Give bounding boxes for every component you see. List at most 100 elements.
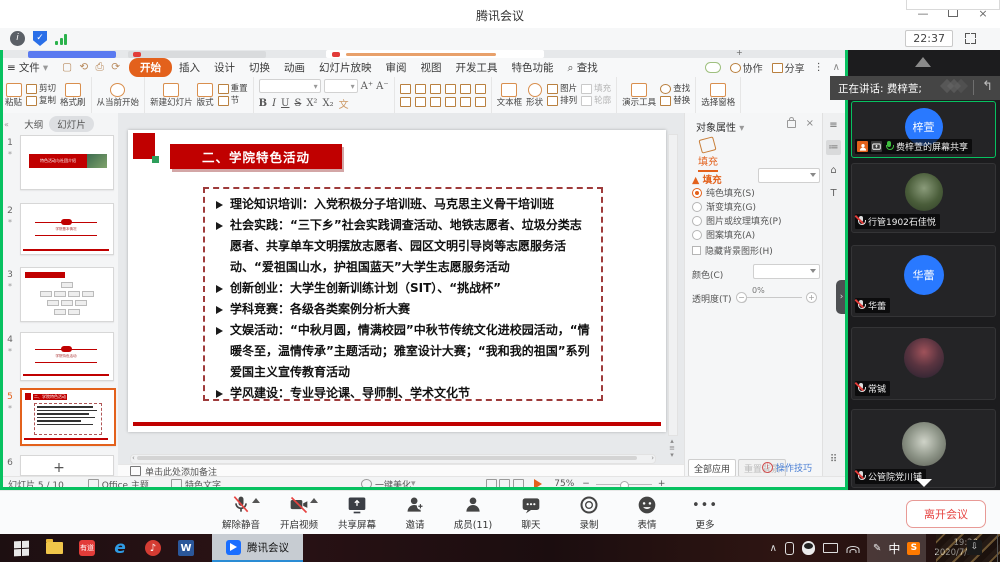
record-button[interactable]: 录制	[560, 495, 618, 531]
section-button[interactable]: 节	[218, 96, 248, 107]
apply-all-button[interactable]: 全部应用	[688, 459, 736, 477]
participant-tile[interactable]: 行管1902石佳悦	[851, 163, 996, 233]
subscript-button[interactable]: X₂	[322, 98, 333, 109]
font-name-select[interactable]: ▾	[259, 79, 321, 93]
ribbon-find[interactable]: ⌕ 查找	[561, 58, 605, 77]
close-panel-icon[interactable]: ×	[806, 118, 814, 129]
number-list-icon[interactable]	[415, 84, 426, 94]
format-painter-button[interactable]: 格式刷	[60, 83, 86, 108]
new-tab-icon[interactable]: +	[736, 48, 743, 57]
tips-link[interactable]: i操作技巧	[762, 461, 812, 474]
radio-picture-fill[interactable]: 图片或纹理填充(P)	[692, 214, 781, 227]
scroll-left-icon[interactable]: ‹	[132, 454, 135, 462]
action-center-icon[interactable]: ⇩	[967, 540, 982, 555]
edge-icon[interactable]: e	[108, 536, 132, 560]
grid-view-icon[interactable]: ⠿	[826, 452, 841, 467]
tab-animation[interactable]: 动画	[277, 58, 312, 77]
more-button[interactable]: ••• 更多	[676, 495, 734, 531]
menu-icon[interactable]: ≡	[826, 118, 841, 133]
collapse-ribbon-icon[interactable]: ∧	[833, 62, 840, 73]
share-screen-button[interactable]: 共享屏幕	[328, 495, 386, 531]
selection-pane-button[interactable]: 选择窗格	[701, 83, 735, 108]
participant-tile[interactable]: 华蕾 华蕾	[851, 245, 996, 317]
emoji-button[interactable]: 表情	[618, 495, 676, 531]
indent-decrease-icon[interactable]	[430, 84, 441, 94]
wifi-icon[interactable]	[846, 543, 859, 553]
slide-thumbnail-1[interactable]: 特色活动与社团介绍	[20, 135, 114, 190]
underline-button[interactable]: U	[281, 98, 289, 109]
slide-thumbnail-3[interactable]	[20, 267, 114, 322]
quick-access-icons[interactable]: ▢ ⟲ ⎙ ⟳	[55, 59, 129, 76]
new-slide-button[interactable]: 新建幻灯片	[150, 83, 193, 108]
font-size-select[interactable]: ▾	[324, 79, 358, 93]
zoom-slider[interactable]	[596, 484, 652, 485]
tab-devtools[interactable]: 开发工具	[449, 58, 505, 77]
show-desktop-divider[interactable]	[997, 534, 998, 562]
tab-design[interactable]: 设计	[207, 58, 242, 77]
superscript-button[interactable]: X²	[306, 98, 317, 109]
wps-home-tab[interactable]	[28, 51, 116, 58]
qq-icon[interactable]	[802, 541, 815, 555]
file-explorer-icon[interactable]	[42, 536, 66, 560]
tab-view[interactable]: 视图	[414, 58, 449, 77]
text-direction-icon[interactable]	[475, 84, 486, 94]
fill-preset-dropdown[interactable]	[758, 168, 820, 183]
more-kebab-icon[interactable]: ⋮	[814, 62, 824, 73]
invite-button[interactable]: 邀请	[386, 495, 444, 531]
slide-thumbnail-4[interactable]: 学院特色活动	[20, 332, 114, 381]
copy-button[interactable]: 复制	[26, 96, 56, 107]
cloud-sync-icon[interactable]	[705, 62, 721, 73]
tab-slides[interactable]: 幻灯片	[49, 116, 94, 132]
properties-pane-icon[interactable]: ≔	[826, 140, 841, 155]
sogou-icon[interactable]: S	[907, 542, 920, 555]
tab-features[interactable]: 特色功能	[505, 58, 561, 77]
columns-icon[interactable]	[460, 97, 471, 107]
slide-thumbnail-5-current[interactable]: 二、学院特色活动	[20, 388, 116, 446]
line-spacing-icon[interactable]	[460, 84, 471, 94]
tab-home[interactable]: 开始	[129, 58, 172, 77]
align-right-icon[interactable]	[430, 97, 441, 107]
indent-increase-icon[interactable]	[445, 84, 456, 94]
unmute-button[interactable]: 解除静音	[212, 495, 270, 531]
outline-button[interactable]: 轮廓	[581, 96, 611, 107]
find-button[interactable]: 查找	[660, 84, 690, 95]
slide-thumbnail-2[interactable]: 学院基本情况	[20, 203, 114, 255]
font-shrink-button[interactable]: A⁻	[376, 81, 389, 92]
meeting-info-icon[interactable]: i	[10, 31, 25, 46]
shape-button[interactable]: 形状	[526, 83, 543, 108]
fill-section-header[interactable]: ▲ 填充	[692, 172, 722, 186]
pin-panel-icon[interactable]	[787, 120, 796, 128]
replace-button[interactable]: 替换	[660, 96, 690, 107]
file-menu[interactable]: ≡ 文件 ▾	[0, 58, 55, 77]
char-format-button[interactable]: 文	[339, 96, 349, 111]
cut-button[interactable]: 剪切	[26, 84, 56, 95]
add-slide-button[interactable]: +	[0, 460, 118, 476]
transparency-plus-icon[interactable]: +	[806, 292, 817, 303]
start-button[interactable]	[9, 536, 33, 560]
numbering-icon[interactable]	[475, 97, 486, 107]
leave-meeting-button[interactable]: 离开会议	[906, 500, 986, 528]
radio-gradient-fill[interactable]: 渐变填充(G)	[692, 200, 756, 213]
layout-button[interactable]: 版式	[197, 83, 214, 108]
security-shield-icon[interactable]: ✓	[33, 31, 47, 46]
play-from-current-button[interactable]: 从当前开始	[97, 83, 140, 108]
tab-transition[interactable]: 切换	[242, 58, 277, 77]
align-left-icon[interactable]	[400, 97, 411, 107]
members-button[interactable]: 成员(11)	[444, 495, 502, 531]
tray-device-icon[interactable]	[823, 543, 838, 553]
text-tool-icon[interactable]: T	[826, 186, 841, 201]
present-tools-button[interactable]: 演示工具	[622, 83, 656, 108]
justify-icon[interactable]	[445, 97, 456, 107]
bold-button[interactable]: B	[259, 98, 267, 109]
fill-button[interactable]: 填充	[581, 84, 611, 95]
tab-slideshow[interactable]: 幻灯片放映	[312, 58, 379, 77]
paste-button[interactable]: 粘贴	[5, 83, 22, 108]
tray-expand-icon[interactable]: ∧	[770, 543, 777, 554]
align-center-icon[interactable]	[415, 97, 426, 107]
slide-text-box[interactable]: 理论知识培训：入党积极分子培训班、马克思主义骨干培训班 社会实践：“三下乡”社会…	[203, 187, 603, 401]
participant-tile[interactable]: 公管院党川铺	[851, 409, 996, 488]
slide-canvas[interactable]: 二、学院特色活动 理论知识培训：入党积极分子培训班、马克思主义骨干培训班 社会实…	[128, 130, 666, 432]
horizontal-scrollbar[interactable]: ‹ ›	[130, 454, 656, 464]
hide-background-checkbox[interactable]: 隐藏背景图形(H)	[692, 244, 773, 257]
picture-button[interactable]: 图片	[547, 84, 577, 95]
